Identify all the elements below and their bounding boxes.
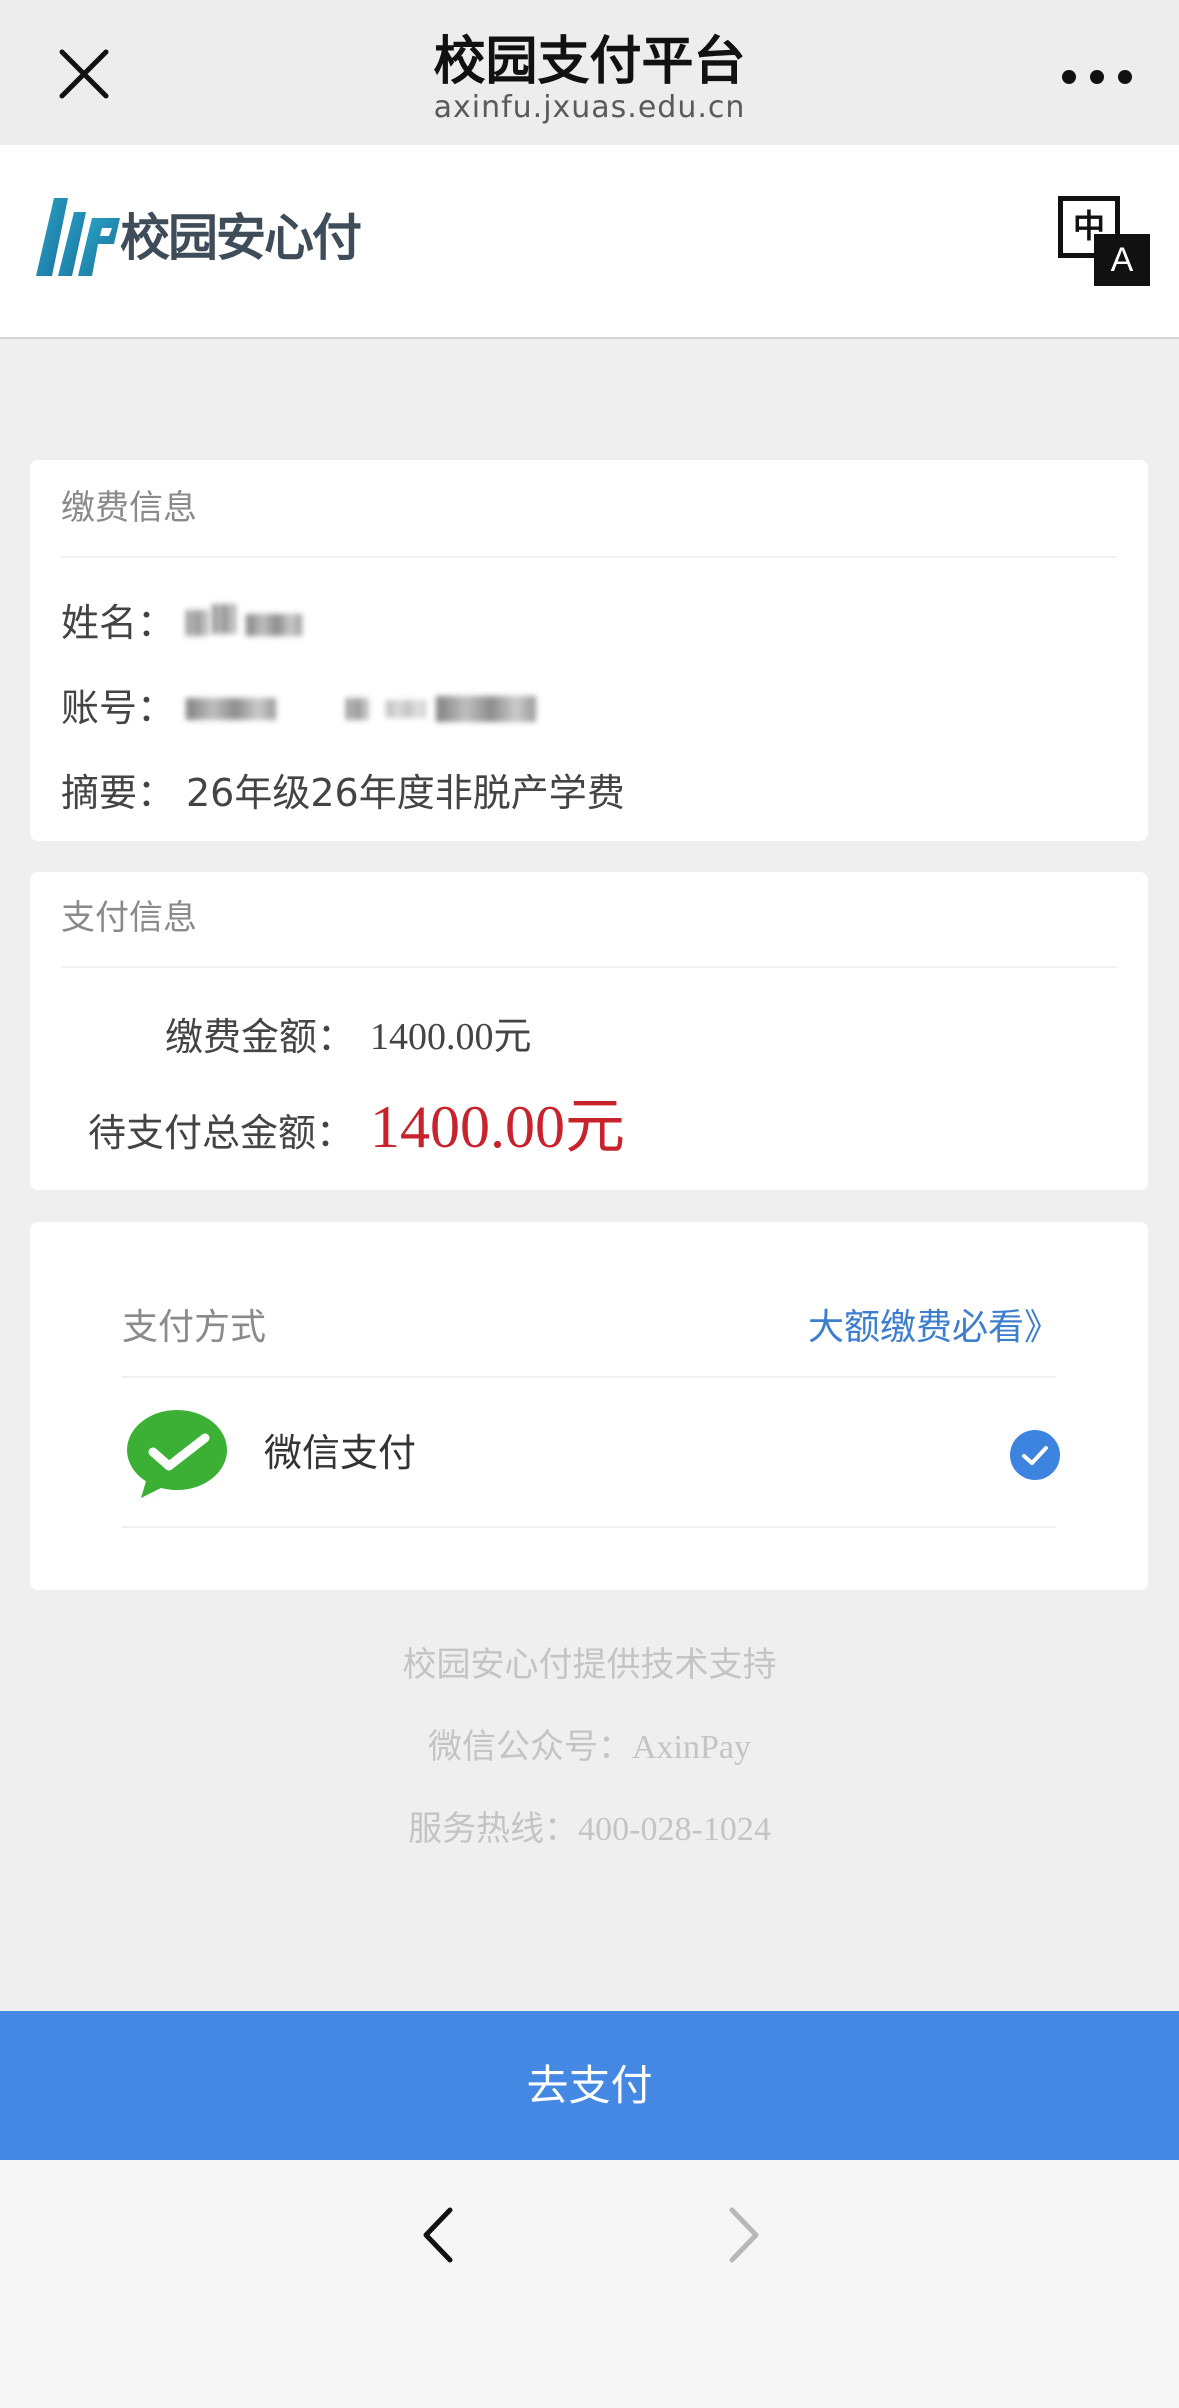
wechat-pay-label: 微信支付 <box>264 1431 417 1475</box>
total-label: 待支付总金额： <box>88 1111 355 1155</box>
divider <box>122 1526 1056 1528</box>
divider <box>61 556 1117 558</box>
page-url: axinfu.jxuas.edu.cn <box>433 90 746 125</box>
page-title: 校园支付平台 <box>433 32 746 92</box>
more-dot <box>1062 70 1076 84</box>
logo-text: 校园安心付 <box>120 209 362 267</box>
support-text: 校园安心付提供技术支持 <box>402 1645 777 1685</box>
summary-label: 摘要： <box>61 771 176 815</box>
forward-arrow-icon[interactable] <box>712 2200 772 2270</box>
browser-bottom-bar <box>0 2160 1179 2408</box>
wechat-account-text: 微信公众号：AxinPay <box>428 1729 751 1766</box>
more-dot <box>1090 70 1104 84</box>
payment-info-title: 缴费信息 <box>61 488 197 528</box>
pay-method-title: 支付方式 <box>122 1307 267 1348</box>
large-payment-link[interactable]: 大额缴费必看》 <box>808 1304 1060 1352</box>
divider <box>122 1376 1056 1378</box>
name-value-redacted <box>186 600 302 642</box>
fee-label: 缴费金额： <box>165 1015 356 1059</box>
back-arrow-icon[interactable] <box>410 2200 470 2270</box>
account-label: 账号： <box>61 686 176 730</box>
wechat-pay-icon <box>127 1410 227 1498</box>
more-dot <box>1118 70 1132 84</box>
fee-value: 1400.00元 <box>370 1016 532 1058</box>
translate-a: A <box>1094 234 1150 286</box>
divider <box>61 966 1117 968</box>
pay-info-title: 支付信息 <box>61 898 197 938</box>
selected-check-icon[interactable] <box>1010 1430 1060 1480</box>
account-value-redacted <box>186 692 536 726</box>
name-label: 姓名： <box>61 601 176 645</box>
translate-icon[interactable]: 中 A <box>1058 196 1150 286</box>
total-amount: 1400.00元 <box>370 1094 625 1160</box>
summary-value: 26年级26年度非脱产学费 <box>186 771 625 815</box>
more-icon[interactable] <box>1062 62 1132 92</box>
hotline-text: 服务热线：400-028-1024 <box>408 1811 771 1848</box>
wechat-pay-option[interactable] <box>122 1380 1056 1526</box>
pay-button[interactable]: 去支付 <box>0 2011 1179 2160</box>
